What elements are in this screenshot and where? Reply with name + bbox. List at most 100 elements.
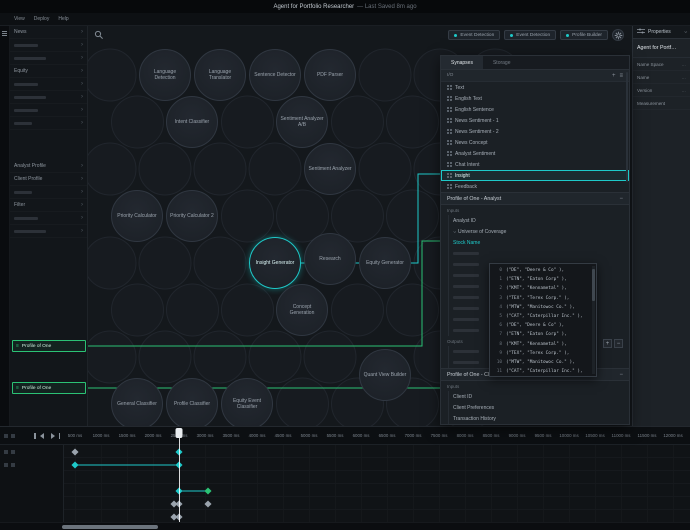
- sidebar-item[interactable]: Equity ›: [10, 65, 87, 78]
- tab-storage[interactable]: Storage: [483, 56, 521, 69]
- search-icon[interactable]: [94, 30, 104, 42]
- stock-row[interactable]: 8 ("KMT", "Kennametal" ),: [490, 340, 596, 349]
- synapse-item[interactable]: Analyst Sentiment: [441, 148, 629, 159]
- property-row[interactable]: Name Space …: [633, 58, 690, 71]
- canvas-node[interactable]: Equity Generator: [359, 237, 411, 289]
- sidebar-item[interactable]: ›: [10, 117, 87, 130]
- skip-forward-button[interactable]: [51, 433, 61, 439]
- keyframe-diamond[interactable]: [204, 500, 211, 507]
- sidebar-item[interactable]: ›: [10, 52, 87, 65]
- playhead-line[interactable]: [179, 429, 180, 522]
- stock-row[interactable]: 7 ("ETN", "Eaton Corp" ),: [490, 330, 596, 339]
- synapse-item[interactable]: Insight: [441, 170, 629, 181]
- sidebar-item[interactable]: Filter ›: [10, 199, 87, 212]
- property-row[interactable]: Name …: [633, 71, 690, 84]
- panel-field[interactable]: [441, 248, 629, 259]
- toolbar-chip[interactable]: Event Detection: [448, 30, 500, 40]
- canvas-node[interactable]: Sentence Detector: [249, 49, 301, 101]
- remove-button[interactable]: −: [614, 339, 623, 348]
- canvas-node[interactable]: PDF Parser: [304, 49, 356, 101]
- stock-row[interactable]: 0 ("DE", "Deere & Co" ),: [490, 266, 596, 275]
- collapse-button[interactable]: −: [619, 372, 623, 378]
- menu-item-help[interactable]: Help: [58, 16, 68, 22]
- sidebar-item[interactable]: ›: [10, 186, 87, 199]
- sidebar-item[interactable]: ›: [10, 78, 87, 91]
- canvas-node[interactable]: Sentiment Analyzer: [304, 143, 356, 195]
- synapse-item[interactable]: Feedback: [441, 181, 629, 192]
- stock-row[interactable]: 6 ("DE", "Deere & Co" ),: [490, 321, 596, 330]
- hamburger-menu-icon[interactable]: [2, 31, 7, 36]
- synapse-item-label: News Sentiment - 2: [455, 129, 499, 135]
- stock-row[interactable]: 9 ("TEX", "Terex Corp." ),: [490, 349, 596, 358]
- canvas-node[interactable]: Quant View Builder: [359, 349, 411, 401]
- sidebar-pinned-profile-of-one[interactable]: ≡ Profile of One: [12, 340, 86, 352]
- popup-scrollbar[interactable]: [592, 266, 595, 374]
- canvas-node[interactable]: Concept Generation: [276, 284, 328, 336]
- stock-row[interactable]: 5 ("CAT", "Caterpillar Inc." ),: [490, 312, 596, 321]
- sidebar-item[interactable]: ›: [10, 225, 87, 238]
- panel-field[interactable]: Client Preferences: [441, 402, 629, 413]
- skip-back-button[interactable]: [34, 433, 44, 439]
- panel-field[interactable]: Analyst ID: [441, 215, 629, 226]
- synapse-item[interactable]: English Sentence: [441, 104, 629, 115]
- canvas-node[interactable]: Insight Generator: [249, 237, 301, 289]
- canvas-node[interactable]: Priority Calculator: [111, 190, 163, 242]
- playhead-handle[interactable]: [176, 428, 183, 438]
- property-row[interactable]: Version …: [633, 84, 690, 97]
- canvas-node[interactable]: Research: [304, 233, 356, 285]
- keyframe-diamond[interactable]: [204, 487, 211, 494]
- panel-field[interactable]: › Universe of Coverage: [441, 226, 629, 237]
- collapse-button[interactable]: −: [619, 196, 623, 202]
- add-io-button[interactable]: +: [612, 73, 616, 79]
- sidebar-item[interactable]: ›: [10, 104, 87, 117]
- toolbar-chip[interactable]: Event Detection: [504, 30, 556, 40]
- properties-header[interactable]: Properties ›: [633, 26, 690, 39]
- sidebar-item[interactable]: News ›: [10, 26, 87, 39]
- synapse-item[interactable]: News Sentiment - 2: [441, 126, 629, 137]
- synapse-item[interactable]: English Text: [441, 93, 629, 104]
- canvas-node[interactable]: Priority Calculator 2: [166, 190, 218, 242]
- sidebar-item[interactable]: Client Profile ›: [10, 173, 87, 186]
- node-label: General Classifier: [115, 401, 159, 407]
- synapse-item[interactable]: News Sentiment - 1: [441, 115, 629, 126]
- synapse-item[interactable]: News Concept: [441, 137, 629, 148]
- keyframe-diamond[interactable]: [71, 461, 78, 468]
- canvas-node[interactable]: General Classifier: [111, 378, 163, 426]
- synapse-item[interactable]: Chat Intent: [441, 159, 629, 170]
- canvas-node[interactable]: Equity Event Classifier: [221, 378, 273, 426]
- timeline-tool-icons[interactable]: [4, 434, 15, 438]
- stock-row[interactable]: 1 ("ETN", "Eaton Corp" ),: [490, 275, 596, 284]
- stock-row[interactable]: 2 ("KMT", "Kennametal" ),: [490, 284, 596, 293]
- canvas-node[interactable]: Language Detection: [139, 49, 191, 101]
- panel-scrollbar[interactable]: [626, 72, 628, 182]
- toolbar-chip[interactable]: Profile Builder: [560, 30, 608, 40]
- menu-item-deploy[interactable]: Deploy: [34, 16, 50, 22]
- sidebar-pinned-profile-of-one[interactable]: ≡ Profile of One: [12, 382, 86, 394]
- property-row[interactable]: Measurement: [633, 97, 690, 110]
- panel-field[interactable]: Client ID: [441, 391, 629, 402]
- settings-gear-button[interactable]: [612, 29, 624, 41]
- timeline-scrollbar[interactable]: [0, 522, 690, 530]
- io-menu-icon[interactable]: ≡: [619, 73, 623, 79]
- stock-row[interactable]: 3 ("TEX", "Terex Corp." ),: [490, 294, 596, 303]
- analyst-section-header[interactable]: Profile of One - Analyst −: [441, 192, 629, 205]
- canvas-node[interactable]: Intent Classifier: [166, 96, 218, 148]
- sidebar-item[interactable]: ›: [10, 39, 87, 52]
- panel-field[interactable]: Stock Name: [441, 237, 629, 248]
- stock-row[interactable]: 10 ("MTW", "Manitowoc Co." ),: [490, 358, 596, 367]
- sidebar-item[interactable]: ›: [10, 91, 87, 104]
- tab-synapses[interactable]: Synapses: [441, 56, 483, 69]
- sidebar-item[interactable]: ›: [10, 212, 87, 225]
- synapse-item[interactable]: Text: [441, 82, 629, 93]
- add-button[interactable]: +: [603, 339, 612, 348]
- panel-field[interactable]: Transaction History: [441, 413, 629, 424]
- canvas-node[interactable]: Profile Classifier: [166, 378, 218, 426]
- menu-item-view[interactable]: View: [14, 16, 25, 22]
- canvas-node[interactable]: Language Translator: [194, 49, 246, 101]
- stock-row[interactable]: 11 ("CAT", "Caterpillar Inc." ),: [490, 367, 596, 376]
- canvas-node[interactable]: Sentiment Analyzer A/B: [276, 96, 328, 148]
- scrollbar-thumb[interactable]: [62, 525, 158, 529]
- stock-row[interactable]: 4 ("MTW", "Manitowoc Co." ),: [490, 303, 596, 312]
- sidebar-item[interactable]: Analyst Profile ›: [10, 160, 87, 173]
- keyframe-diamond[interactable]: [71, 448, 78, 455]
